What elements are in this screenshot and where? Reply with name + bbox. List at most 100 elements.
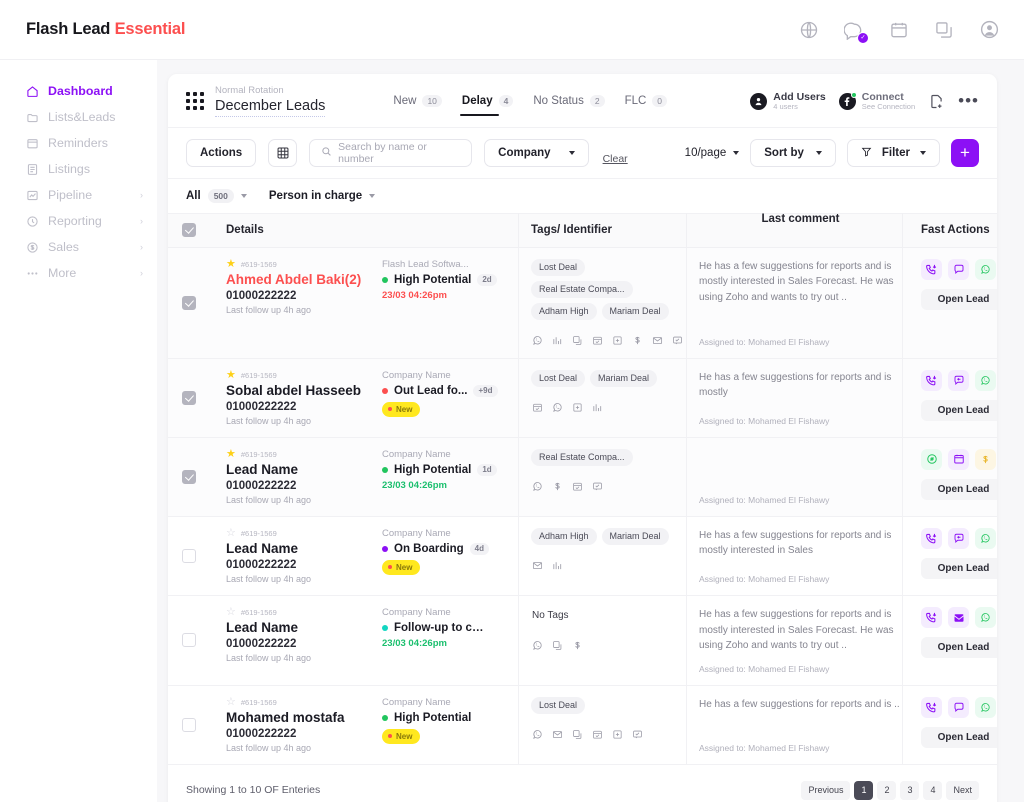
fast-action-target-icon[interactable] <box>921 448 942 470</box>
table-row[interactable]: ★ #619-1569 Lead Name 01000222222 Last f… <box>168 437 997 517</box>
drag-handle-icon[interactable] <box>186 92 204 111</box>
tab-flc[interactable]: FLC 0 <box>625 94 668 117</box>
pagination-page-3[interactable]: 3 <box>900 780 920 800</box>
pagination-page-1[interactable]: 1 <box>854 780 874 800</box>
fast-action-comment-icon[interactable] <box>948 258 969 280</box>
fast-action-mail-filled-icon[interactable] <box>948 607 969 629</box>
calendar-check-icon[interactable] <box>531 401 544 414</box>
table-row[interactable]: ☆ #619-1569 Mohamed mostafa 01000222222 … <box>168 685 997 765</box>
fast-action-whatsapp-icon[interactable] <box>975 369 996 391</box>
open-lead-button[interactable]: Open Lead <box>921 399 997 421</box>
chart-icon[interactable] <box>591 401 604 414</box>
whatsapp-icon[interactable] <box>531 639 544 652</box>
file-export-icon[interactable] <box>928 93 945 110</box>
pagination-page-2[interactable]: 2 <box>877 780 897 800</box>
fast-action-dollar-icon[interactable] <box>975 448 996 470</box>
sidebar-item-lists-leads[interactable]: Lists&Leads <box>0 104 157 130</box>
globe-icon[interactable] <box>796 17 822 43</box>
whatsapp-icon[interactable] <box>551 401 564 414</box>
connect-button[interactable]: Connect See Connection <box>838 91 915 112</box>
company-dropdown[interactable]: Company <box>484 138 589 167</box>
fast-action-whatsapp-icon[interactable] <box>975 527 996 549</box>
grid-view-icon[interactable] <box>268 138 298 167</box>
lead-name[interactable]: Lead Name <box>226 620 378 636</box>
sidebar-item-listings[interactable]: Listings <box>0 156 157 182</box>
fast-action-whatsapp-icon[interactable] <box>975 607 996 629</box>
fast-action-phone-icon[interactable] <box>921 696 942 718</box>
add-users-button[interactable]: Add Users 4 users <box>750 91 826 112</box>
actions-button[interactable]: Actions <box>186 138 257 167</box>
calendar-check-icon[interactable] <box>571 480 584 493</box>
file-add-icon[interactable] <box>611 334 624 347</box>
star-outline-icon[interactable]: ☆ <box>226 527 236 539</box>
fast-action-phone-icon[interactable] <box>921 527 942 549</box>
row-checkbox[interactable] <box>182 717 196 732</box>
comment-check-icon[interactable] <box>591 480 604 493</box>
row-checkbox[interactable] <box>182 295 196 310</box>
row-checkbox[interactable] <box>182 469 196 484</box>
lead-name[interactable]: Lead Name <box>226 541 378 557</box>
person-in-charge-dropdown[interactable]: Person in charge <box>269 190 376 202</box>
dollar-icon[interactable] <box>631 334 644 347</box>
row-checkbox[interactable] <box>182 633 196 648</box>
lead-name[interactable]: Ahmed Abdel Baki(2) <box>226 272 378 288</box>
search-input[interactable]: Search by name or number <box>309 138 473 167</box>
fast-action-comment-icon[interactable] <box>948 696 969 718</box>
open-lead-button[interactable]: Open Lead <box>921 478 997 500</box>
table-row[interactable]: ★ #619-1569 Sobal abdel Hasseeb 01000222… <box>168 358 997 438</box>
account-icon[interactable] <box>976 17 1002 43</box>
fast-action-whatsapp-icon[interactable] <box>975 258 996 280</box>
pagination-page-4[interactable]: 4 <box>923 780 943 800</box>
tag-chip[interactable]: Adham High <box>531 527 597 545</box>
whatsapp-icon[interactable] <box>531 728 544 741</box>
file-add-icon[interactable] <box>611 728 624 741</box>
sort-by-dropdown[interactable]: Sort by <box>750 138 836 167</box>
tag-chip[interactable]: Lost Deal <box>531 258 586 276</box>
sidebar-item-pipeline[interactable]: Pipeline › <box>0 182 157 208</box>
file-add-icon[interactable] <box>571 401 584 414</box>
fast-action-phone-icon[interactable] <box>921 258 942 280</box>
per-page-dropdown[interactable]: 10/page <box>685 147 740 159</box>
fast-action-calendar-icon[interactable] <box>948 448 969 470</box>
sidebar-item-more[interactable]: More › <box>0 260 157 286</box>
mail-icon[interactable] <box>551 728 564 741</box>
fast-action-whatsapp-icon[interactable] <box>975 696 996 718</box>
sidebar-item-sales[interactable]: Sales › <box>0 234 157 260</box>
comment-check-icon[interactable] <box>671 334 684 347</box>
fast-action-phone-icon[interactable] <box>921 607 942 629</box>
tab-delay[interactable]: Delay 4 <box>459 94 514 117</box>
open-lead-button[interactable]: Open Lead <box>921 557 997 579</box>
star-outline-icon[interactable]: ☆ <box>226 607 236 618</box>
tab-no-status[interactable]: No Status 2 <box>533 94 605 117</box>
calendar-icon[interactable] <box>886 17 912 43</box>
tag-chip[interactable]: Mariam Deal <box>590 369 658 387</box>
more-horizontal-icon[interactable]: ••• <box>958 92 979 109</box>
copy-icon[interactable] <box>571 334 584 347</box>
mail-icon[interactable] <box>651 334 664 347</box>
tag-chip[interactable]: Real Estate Compa... <box>531 280 633 298</box>
whatsapp-icon[interactable] <box>531 480 544 493</box>
clear-button[interactable]: Clear <box>603 153 628 165</box>
chat-icon[interactable]: ✓ <box>841 17 869 44</box>
lead-name[interactable]: Sobal abdel Hasseeb <box>226 383 378 399</box>
chart-icon[interactable] <box>551 559 564 572</box>
table-row[interactable]: ★ #619-1569 Ahmed Abdel Baki(2) 01000222… <box>168 247 997 359</box>
copy-icon[interactable] <box>931 17 957 43</box>
mail-icon[interactable] <box>531 559 544 572</box>
lead-name[interactable]: Mohamed mostafa <box>226 710 378 726</box>
chart-icon[interactable] <box>551 334 564 347</box>
open-lead-button[interactable]: Open Lead <box>921 726 997 748</box>
all-filter-dropdown[interactable]: All 500 <box>186 188 247 203</box>
sidebar-item-dashboard[interactable]: Dashboard <box>0 78 157 104</box>
fast-action-comment-reply-icon[interactable] <box>948 527 969 549</box>
sidebar-item-reporting[interactable]: Reporting › <box>0 208 157 234</box>
star-filled-icon[interactable]: ★ <box>226 258 236 270</box>
calendar-check-icon[interactable] <box>591 728 604 741</box>
calendar-check-icon[interactable] <box>591 334 604 347</box>
dollar-icon[interactable] <box>551 480 564 493</box>
copy-icon[interactable] <box>551 639 564 652</box>
add-lead-button[interactable]: + <box>951 138 979 167</box>
dollar-icon[interactable] <box>571 639 584 652</box>
sidebar-item-reminders[interactable]: Reminders <box>0 130 157 156</box>
tag-chip[interactable]: Lost Deal <box>531 696 586 714</box>
